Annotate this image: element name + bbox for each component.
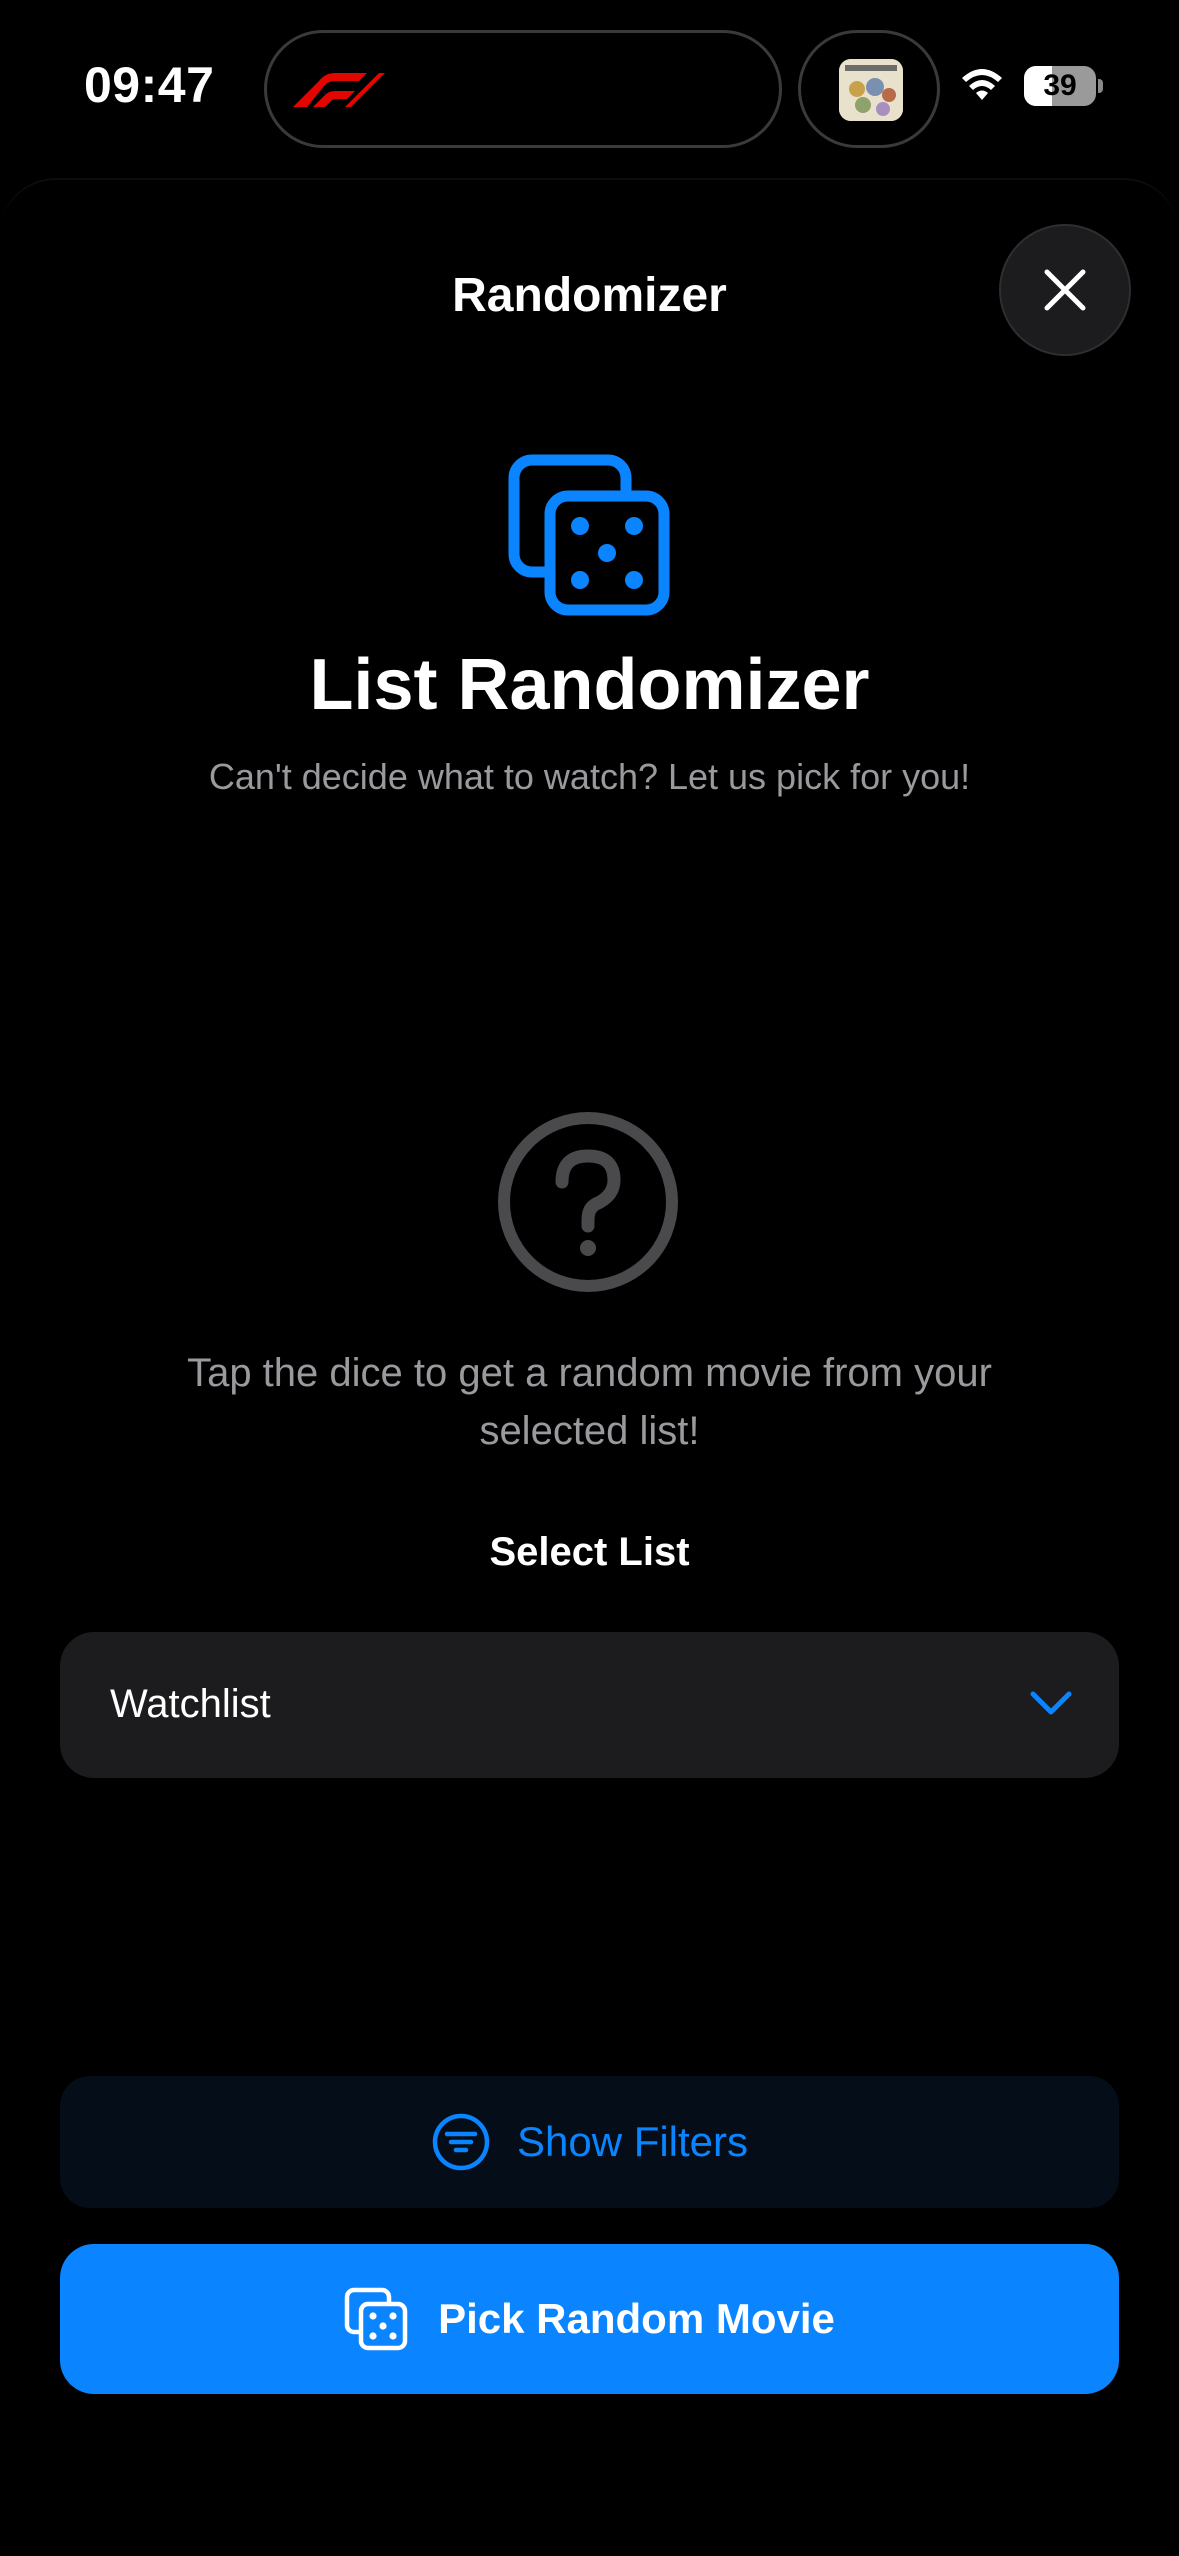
pick-random-movie-label: Pick Random Movie xyxy=(438,2295,835,2342)
battery-cap xyxy=(1098,79,1103,93)
hero-subtitle: Can't decide what to watch? Let us pick … xyxy=(208,756,971,797)
now-playing-island[interactable] xyxy=(798,30,940,148)
list-select-dropdown[interactable]: Watchlist xyxy=(60,1632,1119,1778)
wifi-icon xyxy=(962,69,1002,100)
screen: 09:47 39 Randomizer List Randomizer Can'… xyxy=(0,0,1179,2556)
f1-logo-icon xyxy=(293,73,385,107)
close-button[interactable] xyxy=(999,224,1131,356)
close-icon xyxy=(1044,269,1086,311)
selected-list-value: Watchlist xyxy=(110,1682,271,1726)
question-circle-icon xyxy=(498,1112,678,1292)
app-thumbnail-icon xyxy=(839,59,903,121)
battery-body: 39 xyxy=(1024,66,1096,106)
empty-state-message: Tap the dice to get a random movie from … xyxy=(187,1351,992,1453)
dice-icon xyxy=(508,454,670,616)
show-filters-label: Show Filters xyxy=(516,2118,749,2165)
select-list-label: Select List xyxy=(489,1530,690,1574)
battery-level: 39 xyxy=(1043,69,1077,102)
show-filters-button[interactable]: Show Filters xyxy=(60,2076,1119,2208)
status-time: 09:47 xyxy=(84,57,215,113)
hero-title: List Randomizer xyxy=(309,645,870,725)
dice-icon xyxy=(344,2287,408,2351)
pick-random-movie-button[interactable]: Pick Random Movie xyxy=(60,2244,1119,2394)
live-activity-island[interactable] xyxy=(264,30,782,148)
chevron-down-icon xyxy=(1030,1691,1072,1715)
filter-icon xyxy=(432,2113,490,2171)
battery-indicator: 39 xyxy=(1024,66,1104,106)
